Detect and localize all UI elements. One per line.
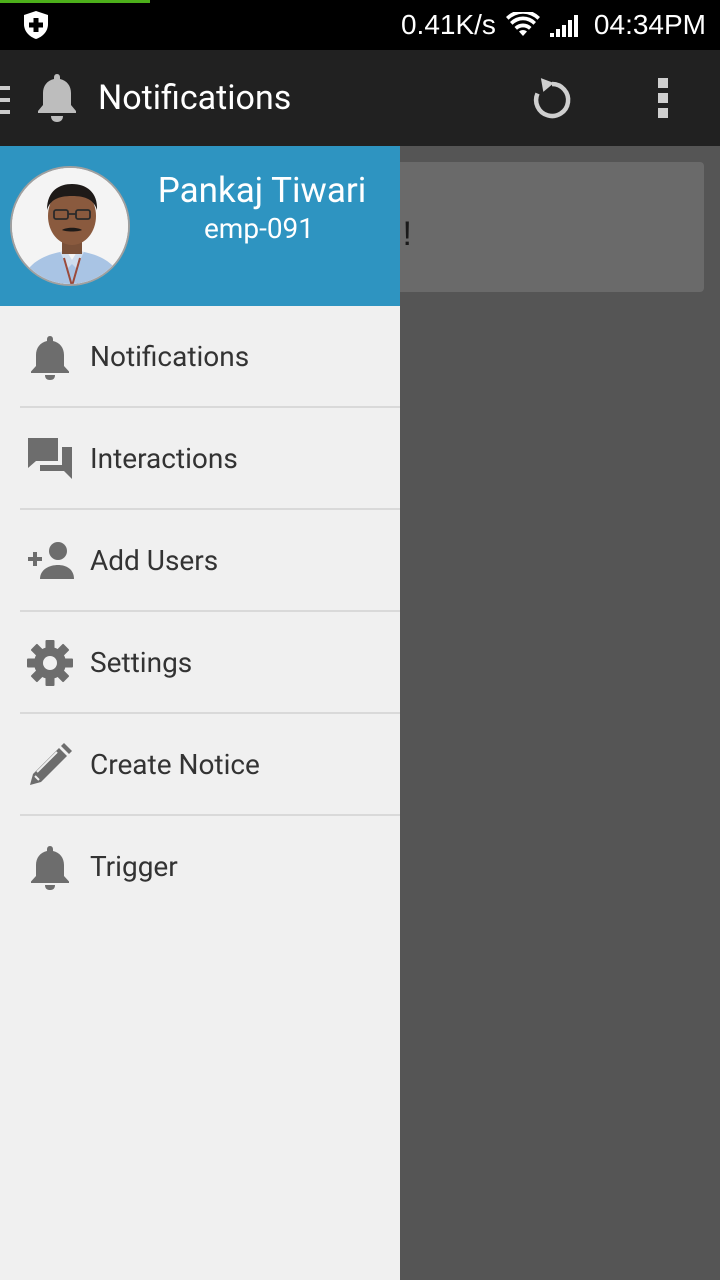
- drawer-item-settings[interactable]: Settings: [0, 612, 400, 714]
- drawer-item-label: Interactions: [90, 442, 238, 475]
- gear-icon: [27, 640, 73, 686]
- drawer-item-notifications[interactable]: Notifications: [0, 306, 400, 408]
- drawer-item-label: Settings: [90, 646, 193, 679]
- add-user-icon: [28, 542, 74, 579]
- bell-icon: [31, 846, 69, 890]
- drawer-item-label: Notifications: [90, 340, 250, 373]
- page-title: Notifications: [98, 78, 292, 118]
- drawer-item-add-users[interactable]: Add Users: [0, 510, 400, 612]
- drawer-handle-icon[interactable]: [0, 86, 10, 114]
- avatar[interactable]: [10, 166, 130, 286]
- drawer-item-label: Create Notice: [90, 748, 260, 781]
- status-right: 0.41K/s 04:34PM: [401, 0, 706, 50]
- drawer-item-trigger[interactable]: Trigger: [0, 816, 400, 918]
- status-bar: 0.41K/s 04:34PM: [0, 0, 720, 50]
- bell-icon: [38, 74, 76, 122]
- chat-icon: [28, 438, 72, 479]
- drawer-header: Pankaj Tiwari emp-091: [0, 146, 400, 306]
- avatar-photo: [12, 168, 128, 284]
- drawer-menu: Notifications Interactions Add Users Set…: [0, 306, 400, 918]
- clock: 04:34PM: [593, 9, 706, 40]
- status-progress-bar: [0, 0, 150, 3]
- wifi-icon: [505, 12, 540, 36]
- app-bar: Notifications: [0, 50, 720, 146]
- drawer-item-label: Trigger: [90, 850, 178, 883]
- drawer-item-create-notice[interactable]: Create Notice: [0, 714, 400, 816]
- user-name: Pankaj Tiwari: [157, 170, 367, 211]
- pencil-icon: [30, 743, 72, 785]
- signal-icon: [549, 15, 578, 37]
- navigation-drawer: Pankaj Tiwari emp-091 Notifications Inte…: [0, 146, 400, 1280]
- shield-plus-icon: [24, 11, 48, 39]
- drawer-item-label: Add Users: [90, 544, 219, 577]
- refresh-icon[interactable]: [528, 74, 576, 122]
- more-vert-icon[interactable]: [650, 74, 676, 122]
- network-speed: 0.41K/s: [400, 9, 496, 40]
- bell-icon: [31, 336, 69, 380]
- drawer-item-interactions[interactable]: Interactions: [0, 408, 400, 510]
- user-id: emp-091: [203, 212, 315, 245]
